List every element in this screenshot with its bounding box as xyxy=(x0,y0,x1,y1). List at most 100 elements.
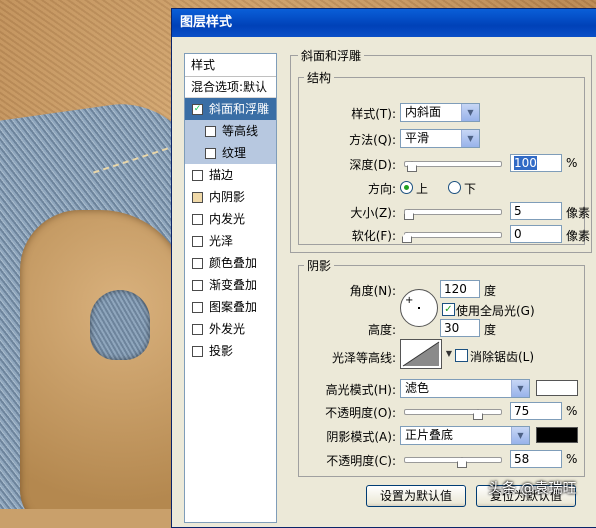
direction-up-radio[interactable] xyxy=(400,181,413,194)
chevron-down-icon[interactable]: ▼ xyxy=(461,104,479,121)
soften-value: 0 xyxy=(514,227,522,241)
style-item-inner-glow[interactable]: 内发光 xyxy=(185,208,276,230)
checkbox-icon[interactable] xyxy=(205,125,216,137)
chevron-down-icon[interactable]: ▼ xyxy=(442,349,452,358)
style-item-label: 光泽 xyxy=(209,234,234,248)
depth-input[interactable]: 100 xyxy=(510,154,562,172)
soften-slider[interactable] xyxy=(404,232,502,238)
technique-label: 方法(Q): xyxy=(349,133,396,147)
make-default-button[interactable]: 设置为默认值 xyxy=(366,485,466,507)
style-item-inner-shadow[interactable]: 内阴影 xyxy=(185,186,276,208)
checkbox-icon[interactable] xyxy=(192,169,203,181)
style-item-contour[interactable]: 等高线 xyxy=(185,120,276,142)
anti-alias-label[interactable]: 消除锯齿(L) xyxy=(470,348,560,365)
highlight-opacity-unit: % xyxy=(566,404,578,418)
soften-unit: 像素 xyxy=(566,229,591,243)
shading-title: 阴影 xyxy=(304,257,335,274)
dial-center-dot xyxy=(418,307,420,309)
size-unit: 像素 xyxy=(566,206,591,220)
angle-input[interactable]: 120 xyxy=(440,280,480,298)
checkbox-icon[interactable] xyxy=(192,257,203,269)
highlight-opacity-slider[interactable] xyxy=(404,409,502,415)
technique-select[interactable]: 平滑 ▼ xyxy=(400,129,480,148)
style-item-color-overlay[interactable]: 颜色叠加 xyxy=(185,252,276,274)
chevron-down-icon[interactable]: ▼ xyxy=(511,427,529,444)
chevron-down-icon[interactable]: ▼ xyxy=(511,380,529,397)
global-light-checkbox[interactable]: ✓ xyxy=(442,303,455,316)
size-input[interactable]: 5 xyxy=(510,202,562,220)
depth-label: 深度(D): xyxy=(349,158,396,172)
highlight-mode-select[interactable]: 滤色 ▼ xyxy=(400,379,530,398)
style-item-texture[interactable]: 纹理 xyxy=(185,142,276,164)
contour-curve-icon xyxy=(402,341,440,367)
shadow-opacity-unit: % xyxy=(566,452,578,466)
checkbox-icon[interactable] xyxy=(192,323,203,335)
gloss-contour-label: 光泽等高线: xyxy=(331,351,396,365)
angle-unit: 度 xyxy=(484,284,497,298)
size-slider[interactable] xyxy=(404,209,502,215)
highlight-mode-value: 滤色 xyxy=(405,381,430,395)
checkbox-icon[interactable] xyxy=(192,345,203,357)
direction-down-label[interactable]: 下 xyxy=(464,180,484,197)
angle-dial[interactable]: + xyxy=(400,289,438,327)
checkbox-icon[interactable] xyxy=(192,279,203,291)
anti-alias-checkbox[interactable] xyxy=(455,349,468,362)
style-item-label: 颜色叠加 xyxy=(209,256,258,270)
altitude-input[interactable]: 30 xyxy=(440,319,480,337)
style-item-satin[interactable]: 光泽 xyxy=(185,230,276,252)
style-item-stroke[interactable]: 描边 xyxy=(185,164,276,186)
shadow-opacity-label: 不透明度(C): xyxy=(326,454,396,468)
size-label: 大小(Z): xyxy=(350,206,396,220)
style-item-outer-glow[interactable]: 外发光 xyxy=(185,318,276,340)
styles-header[interactable]: 样式 xyxy=(185,54,276,77)
layer-style-dialog: 图层样式 样式 混合选项:默认 ✓ 斜面和浮雕 等高线 纹理 描边 内阴影 内发… xyxy=(171,8,596,528)
crosshair-icon: + xyxy=(405,295,414,306)
global-light-label[interactable]: 使用全局光(G) xyxy=(456,302,566,319)
letter-hole xyxy=(90,290,150,360)
style-item-label: 等高线 xyxy=(222,124,259,138)
structure-title: 结构 xyxy=(304,69,335,86)
checkbox-icon[interactable] xyxy=(192,213,203,225)
highlight-opacity-input[interactable]: 75 xyxy=(510,402,562,420)
style-item-gradient-overlay[interactable]: 渐变叠加 xyxy=(185,274,276,296)
shadow-opacity-slider[interactable] xyxy=(404,457,502,463)
soften-input[interactable]: 0 xyxy=(510,225,562,243)
style-item-pattern-overlay[interactable]: 图案叠加 xyxy=(185,296,276,318)
style-item-label: 内阴影 xyxy=(209,190,246,204)
shadow-opacity-input[interactable]: 58 xyxy=(510,450,562,468)
chevron-down-icon[interactable]: ▼ xyxy=(461,130,479,147)
checkbox-icon[interactable] xyxy=(205,147,216,159)
blending-options-item[interactable]: 混合选项:默认 xyxy=(185,77,276,98)
style-item-label: 斜面和浮雕 xyxy=(209,102,270,116)
altitude-unit: 度 xyxy=(484,323,497,337)
style-item-label: 外发光 xyxy=(209,322,246,336)
style-select-value: 内斜面 xyxy=(405,105,442,119)
style-item-label: 内发光 xyxy=(209,212,246,226)
style-item-label: 图案叠加 xyxy=(209,300,258,314)
checkbox-icon[interactable] xyxy=(192,235,203,247)
gloss-contour-preview[interactable] xyxy=(400,339,442,369)
direction-down-radio[interactable] xyxy=(448,181,461,194)
angle-label: 角度(N): xyxy=(349,284,396,298)
shadow-opacity-value: 58 xyxy=(514,452,530,466)
checkbox-icon[interactable]: ✓ xyxy=(192,103,203,115)
style-item-bevel-emboss[interactable]: ✓ 斜面和浮雕 xyxy=(185,98,276,120)
bevel-section-title: 斜面和浮雕 xyxy=(298,47,365,64)
direction-label: 方向: xyxy=(367,182,396,196)
dialog-title[interactable]: 图层样式 xyxy=(172,9,596,37)
style-label: 样式(T): xyxy=(351,107,396,121)
checkbox-icon[interactable] xyxy=(192,191,203,203)
checkbox-icon[interactable] xyxy=(192,301,203,313)
shadow-color-swatch[interactable] xyxy=(536,427,578,443)
shadow-mode-value: 正片叠底 xyxy=(405,428,454,442)
style-item-drop-shadow[interactable]: 投影 xyxy=(185,340,276,362)
direction-up-label[interactable]: 上 xyxy=(416,180,436,197)
leather-letter-shape xyxy=(20,210,190,509)
shadow-mode-select[interactable]: 正片叠底 ▼ xyxy=(400,426,530,445)
soften-label: 软化(F): xyxy=(351,229,396,243)
style-item-label: 渐变叠加 xyxy=(209,278,258,292)
style-select[interactable]: 内斜面 ▼ xyxy=(400,103,480,122)
depth-slider[interactable] xyxy=(404,161,502,167)
size-value: 5 xyxy=(514,204,522,218)
highlight-color-swatch[interactable] xyxy=(536,380,578,396)
